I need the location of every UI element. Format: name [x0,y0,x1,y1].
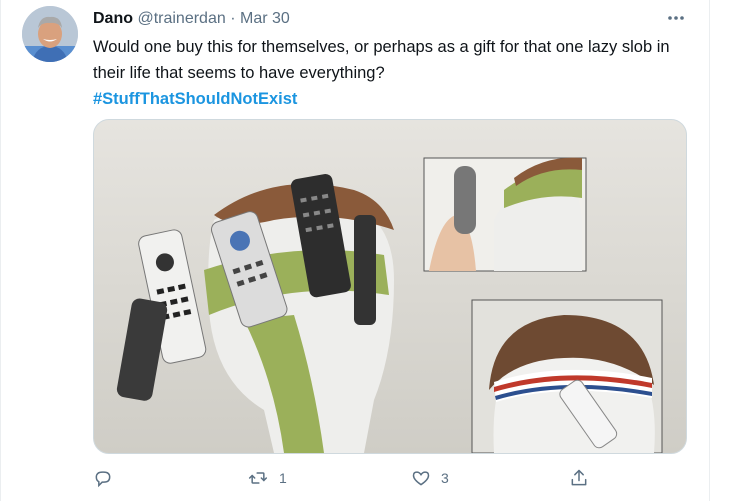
tweet-media-image[interactable] [93,119,687,454]
reply-button[interactable] [93,468,113,488]
like-button[interactable]: 3 [411,468,449,488]
more-horizontal-icon[interactable] [664,10,688,26]
retweet-count: 1 [279,470,287,486]
avatar[interactable] [22,6,78,62]
tweet-header: Dano @trainerdan · Mar 30 [93,8,290,30]
column-border-left [0,0,1,501]
share-icon [569,468,589,488]
separator-dot: · [230,10,236,27]
tweet-body: Would one buy this for themselves, or pe… [93,38,670,82]
reply-icon [93,468,113,488]
author-handle[interactable]: @trainerdan [137,10,225,27]
share-button[interactable] [569,468,589,488]
retweet-icon [247,468,269,488]
retweet-button[interactable]: 1 [247,468,287,488]
column-border-right [709,0,710,501]
tweet-text: Would one buy this for themselves, or pe… [93,34,683,112]
hashtag-link[interactable]: #StuffThatShouldNotExist [93,86,683,112]
tweet-actions: 1 3 [93,468,693,494]
heart-icon [411,468,431,488]
author-name[interactable]: Dano [93,10,133,27]
like-count: 3 [441,470,449,486]
tweet-date[interactable]: Mar 30 [240,10,290,27]
